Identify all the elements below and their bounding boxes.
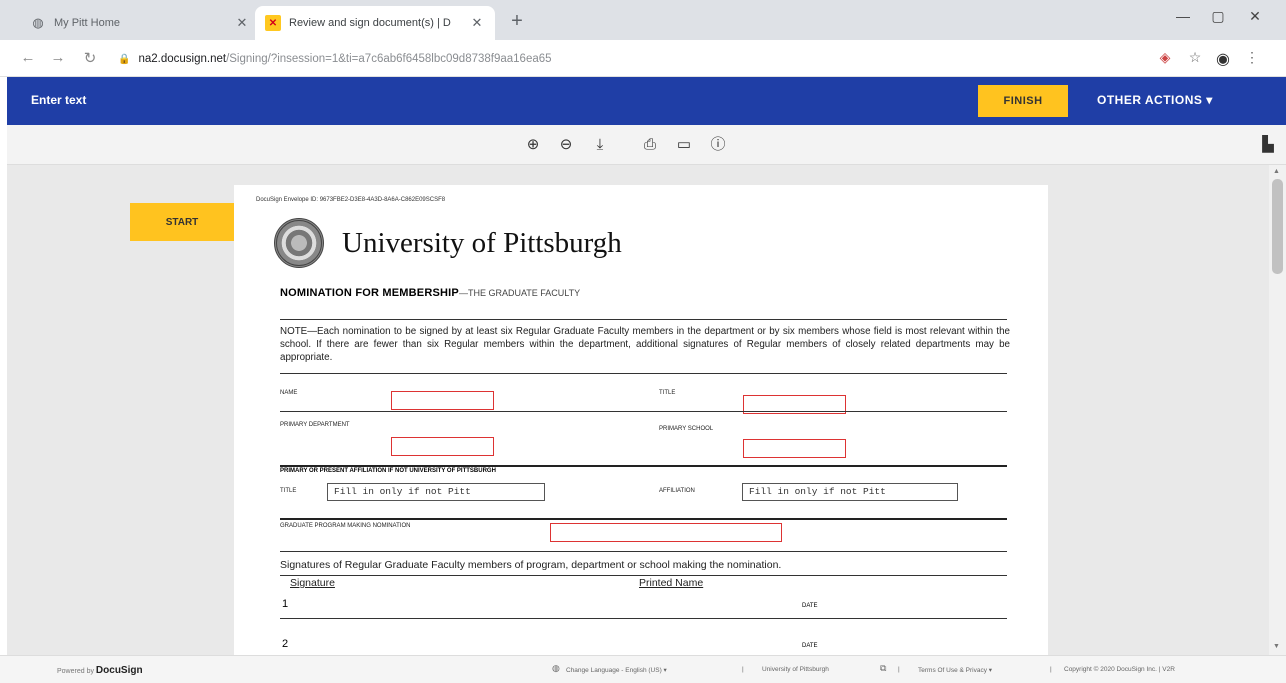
docusign-logo-text: DocuSign [95, 665, 143, 676]
title-if-not-pitt-field[interactable]: Fill in only if not Pitt [327, 483, 545, 501]
title-label-2: TITLE [280, 488, 297, 494]
maximize-button[interactable]: ▢ [1203, 8, 1233, 25]
printed-name-column-header: Printed Name [639, 577, 704, 589]
docusign-action-bar: Enter text FINISH OTHER ACTIONS ▾ [7, 77, 1286, 125]
window-close-button[interactable]: ✕ [1240, 8, 1270, 25]
divider [280, 551, 1007, 552]
primary-department-label: PRIMARY DEPARTMENT [280, 422, 350, 428]
print-icon[interactable]: ⎙ [639, 134, 661, 156]
tab-my-pitt-home[interactable]: ◍ My Pitt Home ✕ [20, 6, 260, 40]
reload-icon[interactable]: ↻ [80, 49, 100, 67]
powered-by-text: Powered by [57, 668, 94, 675]
signature-column-header: Signature [290, 577, 335, 589]
name-label: NAME [280, 390, 298, 396]
docusign-icon: ✕ [265, 15, 281, 31]
primary-school-field[interactable] [743, 439, 846, 458]
minimize-button[interactable]: — [1168, 8, 1198, 24]
other-actions-button[interactable]: OTHER ACTIONS ▾ [1097, 93, 1213, 107]
footer-divider: | [742, 666, 744, 673]
copyright-text: Copyright © 2020 DocuSign Inc. | V2R [1064, 666, 1175, 673]
external-link-icon: ⧉ [880, 663, 887, 673]
download-icon[interactable]: ⤓ [589, 134, 611, 156]
university-link[interactable]: University of Pittsburgh [762, 666, 829, 673]
divider [280, 373, 1007, 374]
tab-review-and-sign[interactable]: ✕ Review and sign document(s) | D ✕ [255, 6, 495, 40]
url-field[interactable]: 🔒 na2.docusign.net /Signing/?insession=1… [118, 45, 1138, 73]
primary-school-label: PRIMARY SCHOOL [659, 426, 714, 432]
affiliation-header: PRIMARY OR PRESENT AFFILIATION IF NOT UN… [280, 468, 496, 474]
footer-divider: | [1050, 666, 1052, 673]
note-text: NOTE—Each nomination to be signed by at … [280, 326, 1010, 363]
graduate-program-field[interactable] [550, 523, 782, 542]
date-label: DATE [802, 603, 818, 609]
primary-department-field[interactable] [391, 437, 494, 456]
row-number: 2 [282, 638, 289, 650]
document-page: DocuSign Envelope ID: 9673FBE2-D3E8-4A3D… [234, 185, 1048, 655]
divider [280, 618, 1007, 619]
university-name: University of Pittsburgh [342, 227, 622, 259]
envelope-id: DocuSign Envelope ID: 9673FBE2-D3E8-4A3D… [256, 197, 446, 203]
lock-icon: 🔒 [118, 53, 131, 65]
document-viewer: START DocuSign Envelope ID: 9673FBE2-D3E… [7, 165, 1269, 655]
close-icon[interactable]: ✕ [234, 15, 250, 31]
document-toolbar: ⊕ ⊖ ⤓ ⎙ ▭ ⓘ ▙ [7, 125, 1286, 165]
terms-link[interactable]: Terms Of Use & Privacy ▾ [918, 666, 992, 674]
url-path: /Signing/?insession=1&ti=a7c6ab6f6458lbc… [226, 53, 552, 65]
zoom-in-icon[interactable]: ⊕ [522, 134, 544, 156]
url-host: na2.docusign.net [138, 53, 227, 65]
scroll-down-arrow-icon[interactable]: ▼ [1273, 643, 1280, 650]
back-arrow-icon[interactable]: ← [18, 49, 38, 66]
globe-icon: ◍ [32, 15, 44, 30]
scroll-up-arrow-icon[interactable]: ▲ [1273, 168, 1280, 175]
start-button[interactable]: START [130, 203, 234, 241]
powered-by: Powered by DocuSign [57, 665, 143, 676]
divider [280, 411, 1007, 412]
help-icon[interactable]: ⓘ [707, 134, 729, 156]
footer: Powered by DocuSign ◍ Change Language - … [0, 655, 1286, 683]
form-title-rest: —THE GRADUATE FACULTY [458, 288, 581, 298]
name-field[interactable] [391, 391, 494, 410]
globe-icon: ◍ [552, 663, 560, 673]
graduate-program-label: GRADUATE PROGRAM MAKING NOMINATION [280, 523, 411, 529]
divider [280, 518, 1007, 520]
divider [280, 575, 1007, 576]
star-icon[interactable]: ☆ [1185, 49, 1205, 66]
form-title-bold: NOMINATION FOR MEMBERSHIP [280, 287, 459, 299]
comment-icon[interactable]: ▭ [673, 134, 695, 156]
divider [280, 465, 1007, 467]
profile-icon[interactable]: ◉ [1213, 49, 1233, 69]
zoom-out-icon[interactable]: ⊖ [555, 134, 577, 156]
divider [280, 319, 1007, 320]
address-bar: ← → ↻ 🔒 na2.docusign.net /Signing/?inses… [0, 40, 1286, 77]
affiliation-field[interactable]: Fill in only if not Pitt [742, 483, 958, 501]
new-tab-button[interactable]: + [505, 10, 529, 34]
close-icon[interactable]: ✕ [469, 15, 485, 31]
tab-title: Review and sign document(s) | D [289, 17, 451, 29]
extension-icon[interactable]: ◈ [1155, 49, 1175, 66]
change-language-link[interactable]: Change Language - English (US) ▾ [566, 666, 667, 674]
university-seal-icon [274, 218, 324, 268]
instruction-text: Enter text [31, 93, 87, 107]
tab-title: My Pitt Home [54, 17, 121, 29]
scrollbar-thumb[interactable] [1272, 179, 1283, 274]
forward-arrow-icon[interactable]: → [48, 49, 68, 66]
date-label: DATE [802, 643, 818, 649]
form-title: NOMINATION FOR MEMBERSHIP—THE GRADUATE F… [280, 287, 580, 299]
vertical-scrollbar[interactable]: ▲ ▼ [1269, 165, 1286, 655]
menu-kebab-icon[interactable]: ⋮ [1242, 49, 1262, 66]
signatures-instruction: Signatures of Regular Graduate Faculty m… [280, 559, 782, 571]
title-label: TITLE [659, 390, 676, 396]
affiliation-label: AFFILIATION [659, 488, 695, 494]
browser-tab-bar: ◍ My Pitt Home ✕ ✕ Review and sign docum… [0, 0, 1286, 40]
finish-button[interactable]: FINISH [978, 85, 1068, 117]
footer-divider: | [898, 666, 900, 673]
row-number: 1 [282, 598, 289, 610]
document-icon[interactable]: ▙ [1257, 134, 1279, 156]
